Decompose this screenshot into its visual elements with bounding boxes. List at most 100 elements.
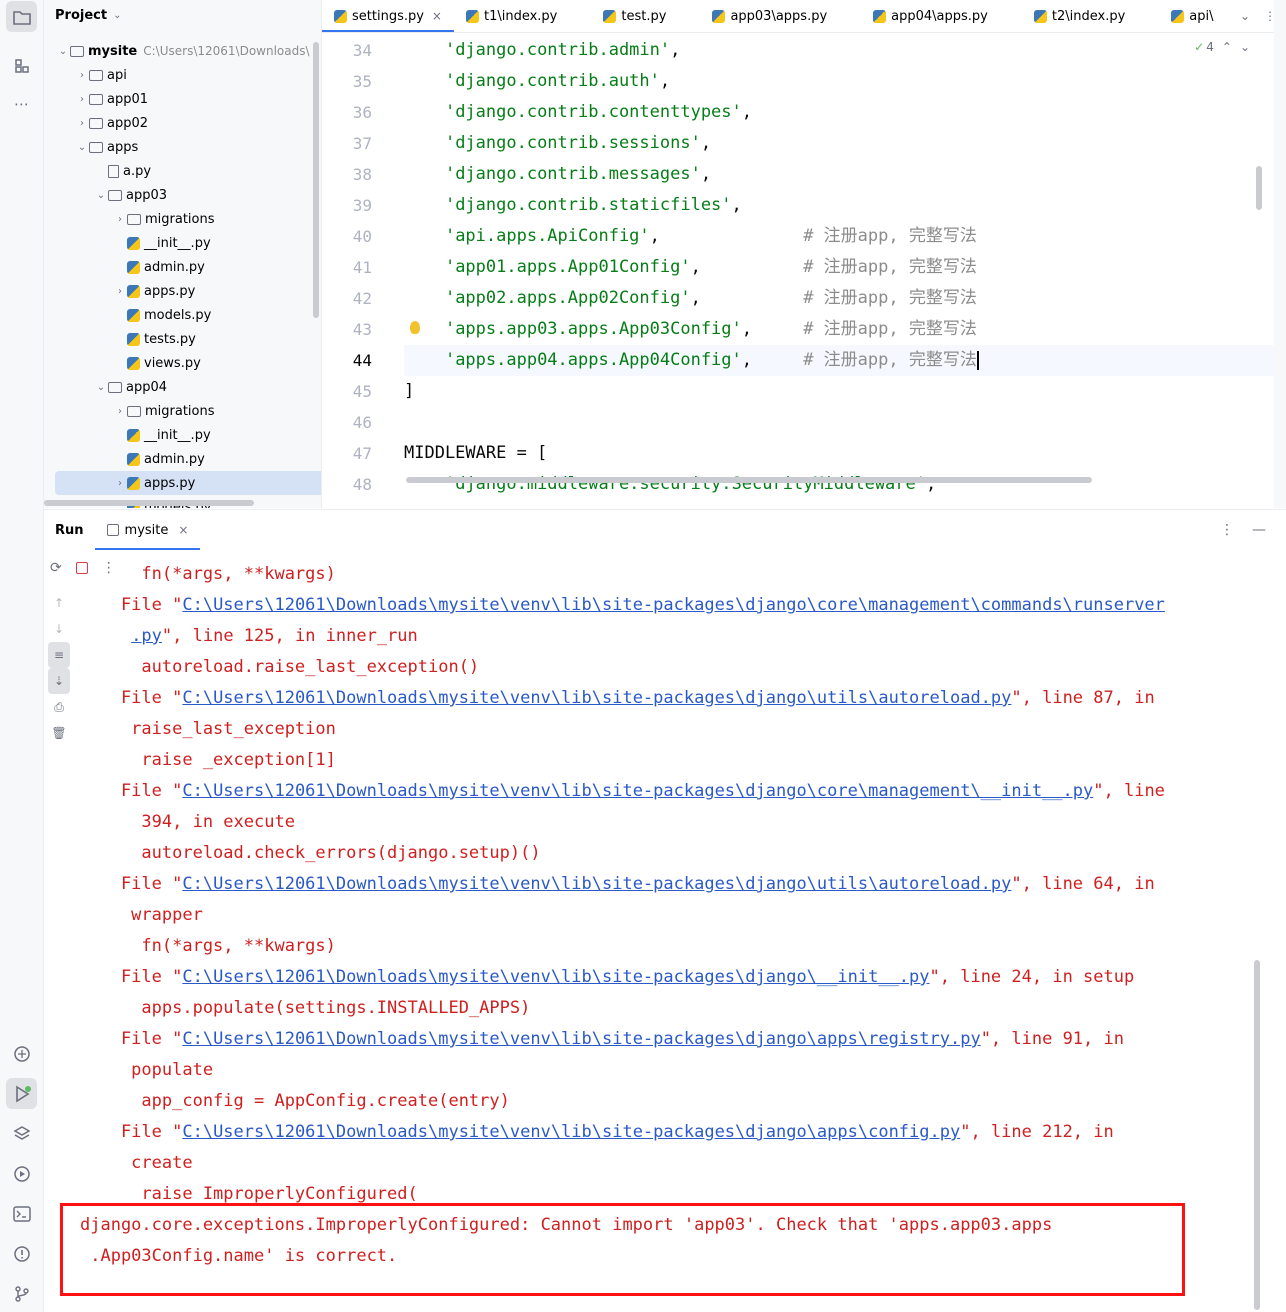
console-line: apps.populate(settings.INSTALLED_APPS) (80, 993, 1246, 1024)
tree-item[interactable]: a.py (94, 159, 151, 183)
chevron-down-icon[interactable]: ⌄ (113, 10, 121, 21)
chevron-right-icon[interactable]: › (75, 94, 89, 105)
file-link[interactable]: C:\Users\12061\Downloads\mysite\venv\lib… (182, 595, 1165, 615)
code-string: 'django.contrib.contenttypes' (444, 102, 742, 122)
arrow-down-icon[interactable]: ↓ (48, 616, 70, 642)
chevron-right-icon[interactable]: › (113, 214, 127, 225)
editor-scrollbar[interactable] (1256, 166, 1262, 210)
console-scrollbar[interactable] (1254, 960, 1260, 1310)
project-folder-icon[interactable] (6, 1, 37, 32)
tree-item[interactable]: › api (75, 63, 127, 87)
tree-item[interactable]: › apps.py (55, 471, 321, 495)
code-line: 'api.apps.ApiConfig', # 注册app, 完整写法 (404, 221, 1286, 252)
close-icon[interactable]: × (432, 9, 442, 23)
chevron-right-icon[interactable]: › (113, 406, 127, 417)
tree-item[interactable]: › app02 (75, 111, 148, 135)
folder-icon (108, 189, 122, 201)
tree-item[interactable]: __init__.py (113, 423, 211, 447)
editor-tab-label: api\ (1189, 8, 1214, 24)
problems-icon[interactable] (6, 1238, 37, 1269)
tree-item-label: app01 (107, 91, 149, 107)
services-icon[interactable] (6, 1158, 37, 1189)
editor-horizontal-scrollbar[interactable] (406, 477, 1092, 483)
tree-item[interactable]: › migrations (113, 207, 215, 231)
console-line: 394, in execute (80, 807, 1246, 838)
editor-tab[interactable]: app03\apps.py (700, 0, 861, 32)
arrow-up-icon[interactable]: ↑ (48, 590, 70, 616)
chevron-right-icon[interactable]: › (113, 286, 127, 297)
tree-item[interactable]: models.py (113, 303, 211, 327)
tree-root-mysite[interactable]: ⌄ mysite C:\Users\12061\Downloads\ (56, 39, 310, 63)
file-link[interactable]: .py (131, 626, 162, 646)
tree-item-label: apps.py (144, 283, 196, 299)
tree-item[interactable]: __init__.py (113, 231, 211, 255)
chevron-down-icon[interactable]: ⌄ (56, 46, 70, 57)
right-tool-strip (1274, 0, 1286, 508)
file-link[interactable]: C:\Users\12061\Downloads\mysite\venv\lib… (182, 874, 1011, 894)
console-text: File " (80, 1122, 183, 1142)
tree-item[interactable]: ⌄ apps (75, 135, 138, 159)
code-string: 'api.apps.ApiConfig' (444, 226, 650, 246)
close-icon[interactable]: × (178, 523, 188, 537)
console-output[interactable]: fn(*args, **kwargs) File "C:\Users\12061… (80, 559, 1246, 1312)
chevron-right-icon[interactable]: › (113, 478, 127, 489)
tree-item[interactable]: ⌄ app04 (94, 375, 167, 399)
tree-item[interactable]: › app01 (75, 87, 148, 111)
line-number: 45 (352, 382, 372, 401)
minimize-icon[interactable]: — (1252, 522, 1266, 538)
code-comment: # 注册app, 完整写法 (803, 288, 977, 308)
code-area[interactable]: 'django.contrib.admin', 'django.contrib.… (404, 35, 1286, 500)
console-text: ", line 212, in (960, 1122, 1114, 1142)
code-punct: , (700, 164, 712, 184)
editor-tab[interactable]: settings.py × (322, 0, 454, 32)
terminal-icon[interactable] (6, 1198, 37, 1229)
chevron-right-icon[interactable]: › (75, 118, 89, 129)
code-string: 'app02.apps.App02Config' (444, 288, 691, 308)
more-icon[interactable]: ⋮ (1220, 522, 1234, 538)
console-text: autoreload.check_errors(django.setup)() (80, 843, 541, 863)
editor-tab[interactable]: t2\index.py (1022, 0, 1159, 32)
tree-item[interactable]: admin.py (113, 447, 205, 471)
tree-item[interactable]: admin.py (113, 255, 205, 279)
structure-icon[interactable] (6, 50, 37, 81)
line-number: 41 (352, 258, 372, 277)
editor-tab-label: app04\apps.py (891, 8, 988, 24)
chevron-down-icon[interactable]: ⌄ (1240, 9, 1250, 23)
python-file-icon (127, 356, 140, 370)
print-icon[interactable]: ⎙ (48, 694, 70, 720)
run-icon[interactable] (6, 1078, 37, 1109)
run-title: Run (55, 522, 84, 538)
code-comment: # 注册app, 完整写法 (803, 257, 977, 277)
tree-item[interactable]: › migrations (113, 399, 215, 423)
tree-item[interactable]: ⌄ app03 (94, 183, 167, 207)
tree-item[interactable]: tests.py (113, 327, 196, 351)
layers-icon[interactable] (6, 1118, 37, 1149)
editor-tab[interactable]: t1\index.py (454, 0, 591, 32)
tree-item[interactable]: views.py (113, 351, 201, 375)
scroll-to-end-icon[interactable]: ⇣ (48, 668, 70, 694)
chevron-down-icon[interactable]: ⌄ (75, 142, 89, 153)
chevron-right-icon[interactable]: › (75, 70, 89, 81)
soft-wrap-icon[interactable]: ≡ (48, 642, 70, 668)
trash-icon[interactable]: 🗑 (48, 720, 70, 746)
chevron-down-icon[interactable]: ⌄ (94, 190, 108, 201)
code-line: 'apps.app03.apps.App03Config', # 注册app, … (404, 314, 1286, 345)
project-panel-header[interactable]: Project ⌄ (44, 0, 321, 30)
git-icon[interactable] (6, 1278, 37, 1309)
editor-tab[interactable]: test.py (591, 0, 700, 32)
tree-item[interactable]: › apps.py (113, 279, 195, 303)
rerun-icon[interactable]: ⟳ (50, 560, 62, 576)
file-link[interactable]: C:\Users\12061\Downloads\mysite\venv\lib… (182, 1122, 960, 1142)
code-punct: , (741, 102, 753, 122)
project-scrollbar[interactable] (313, 42, 319, 318)
python-console-icon[interactable] (6, 1038, 37, 1069)
more-icon[interactable]: ⋯ (6, 88, 37, 119)
file-link[interactable]: C:\Users\12061\Downloads\mysite\venv\lib… (182, 781, 1093, 801)
file-link[interactable]: C:\Users\12061\Downloads\mysite\venv\lib… (182, 1029, 980, 1049)
editor-tab[interactable]: app04\apps.py (861, 0, 1022, 32)
project-horizontal-scrollbar[interactable] (44, 500, 254, 506)
file-link[interactable]: C:\Users\12061\Downloads\mysite\venv\lib… (182, 967, 929, 987)
tab-mysite[interactable]: mysite × (94, 510, 201, 550)
file-link[interactable]: C:\Users\12061\Downloads\mysite\venv\lib… (182, 688, 1011, 708)
chevron-down-icon[interactable]: ⌄ (94, 382, 108, 393)
